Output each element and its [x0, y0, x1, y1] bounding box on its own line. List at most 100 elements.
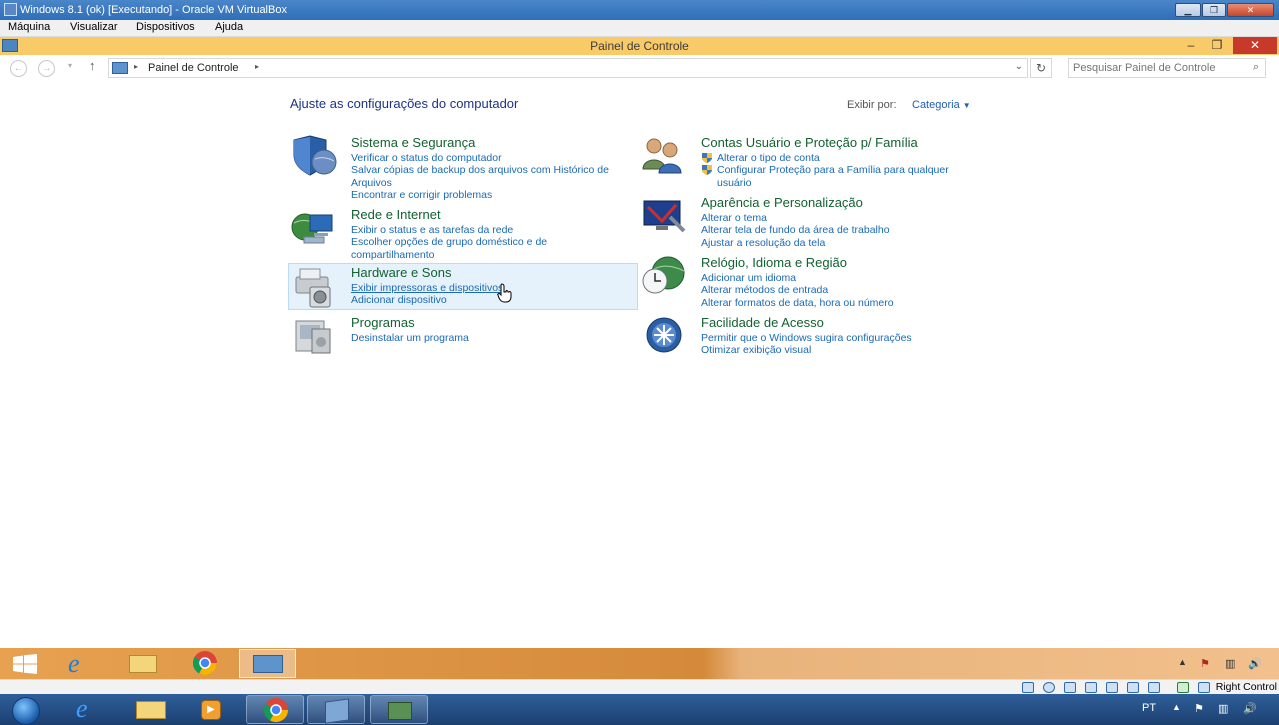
- control-panel-titlebar: Painel de Controle – ❐ ✕: [0, 37, 1279, 55]
- category-link[interactable]: Adicionar um idioma: [701, 272, 981, 284]
- category-title[interactable]: Hardware e Sons: [351, 265, 451, 280]
- category-link[interactable]: Alterar formatos de data, hora ou número: [701, 297, 981, 309]
- category-title[interactable]: Facilidade de Acesso: [701, 315, 824, 330]
- clock-globe-icon[interactable]: [640, 255, 688, 299]
- window-title: Painel de Controle: [590, 39, 689, 53]
- host-key-label: Right Control: [1215, 681, 1277, 693]
- monitor-paint-icon[interactable]: [640, 195, 688, 239]
- host-chrome-button[interactable]: [246, 695, 304, 724]
- virtualization-status-icon[interactable]: [1177, 682, 1189, 693]
- printer-speaker-icon[interactable]: [290, 265, 338, 309]
- search-input[interactable]: [1073, 61, 1243, 75]
- up-arrow-icon[interactable]: ↑: [89, 58, 96, 73]
- hdd-status-icon[interactable]: [1022, 682, 1034, 693]
- network-status-icon[interactable]: [1085, 682, 1097, 693]
- category-link[interactable]: Exibir o status e as tarefas da rede: [351, 224, 631, 236]
- category-link[interactable]: Permitir que o Windows sugira configuraç…: [701, 332, 981, 344]
- address-box[interactable]: ▸ Painel de Controle ▸ ⌄: [108, 58, 1028, 78]
- host-volume-icon[interactable]: 🔊: [1243, 702, 1257, 715]
- vbox-minimize-button[interactable]: ▁: [1175, 3, 1201, 17]
- category-link[interactable]: Desinstalar um programa: [351, 332, 631, 344]
- category-title[interactable]: Sistema e Segurança: [351, 135, 475, 150]
- forward-button[interactable]: →: [38, 60, 55, 77]
- ease-of-access-icon[interactable]: [640, 315, 688, 359]
- app-icon: [388, 702, 412, 720]
- breadcrumb-arrow-icon[interactable]: ▸: [255, 62, 259, 71]
- internet-explorer-icon: e: [68, 649, 80, 678]
- search-box[interactable]: ⌕: [1068, 58, 1266, 78]
- shared-folders-status-icon[interactable]: [1106, 682, 1118, 693]
- category-link-label[interactable]: Configurar Proteção para a Família para …: [717, 164, 949, 188]
- category-link[interactable]: Ajustar a resolução da tela: [701, 237, 981, 249]
- tray-volume-icon[interactable]: 🔊: [1248, 657, 1262, 670]
- category-link[interactable]: Escolher opções de grupo doméstico e de …: [351, 236, 631, 261]
- shield-globe-icon[interactable]: [290, 135, 338, 179]
- taskbar-explorer-button[interactable]: [117, 649, 169, 678]
- host-flag-icon[interactable]: ⚑: [1194, 702, 1204, 715]
- host-media-player-button[interactable]: ▶: [183, 695, 241, 724]
- users-icon[interactable]: [640, 135, 688, 179]
- maximize-button[interactable]: ❐: [1206, 37, 1228, 54]
- network-globe-icon[interactable]: [290, 207, 338, 251]
- category-link[interactable]: Encontrar e corrigir problemas: [351, 189, 631, 201]
- category-link[interactable]: Alterar métodos de entrada: [701, 284, 981, 296]
- category-title[interactable]: Rede e Internet: [351, 207, 441, 222]
- taskbar-ie-button[interactable]: e: [56, 649, 108, 678]
- internet-explorer-icon: e: [76, 694, 88, 723]
- mouse-integration-status-icon[interactable]: [1198, 682, 1210, 693]
- category-title[interactable]: Relógio, Idioma e Região: [701, 255, 847, 270]
- search-icon[interactable]: ⌕: [1253, 61, 1259, 74]
- host-app-button[interactable]: [370, 695, 428, 724]
- back-button[interactable]: ←: [10, 60, 27, 77]
- menu-dispositivos[interactable]: Dispositivos: [136, 21, 195, 33]
- chevron-down-icon[interactable]: ▼: [963, 101, 971, 110]
- category-link[interactable]: Verificar o status do computador: [351, 152, 631, 164]
- vbox-close-button[interactable]: ✕: [1227, 3, 1274, 17]
- category-title[interactable]: Contas Usuário e Proteção p/ Família: [701, 135, 918, 150]
- tray-show-hidden-icon[interactable]: ▲: [1178, 657, 1187, 667]
- control-panel-taskbar-icon: [253, 655, 283, 673]
- guest-taskbar: e: [0, 648, 1279, 679]
- category-link[interactable]: Exibir impressoras e dispositivos: [351, 282, 631, 294]
- recent-locations-chevron-icon[interactable]: ▾: [68, 61, 72, 70]
- taskbar-chrome-button[interactable]: [179, 649, 231, 678]
- host-explorer-button[interactable]: [122, 695, 180, 724]
- host-start-button[interactable]: [2, 695, 52, 725]
- audio-status-icon[interactable]: [1064, 682, 1076, 693]
- tray-flag-icon[interactable]: ⚑: [1200, 657, 1210, 670]
- start-button[interactable]: [0, 649, 50, 678]
- menu-ajuda[interactable]: Ajuda: [215, 21, 243, 33]
- category-link[interactable]: Salvar cópias de backup dos arquivos com…: [351, 164, 631, 189]
- category-title[interactable]: Aparência e Personalização: [701, 195, 863, 210]
- programs-icon[interactable]: [290, 315, 338, 359]
- category-title[interactable]: Programas: [351, 315, 415, 330]
- category-link[interactable]: Otimizar exibição visual: [701, 344, 981, 356]
- tray-network-icon[interactable]: ▥: [1225, 657, 1235, 670]
- video-capture-status-icon[interactable]: [1148, 682, 1160, 693]
- optical-drive-status-icon[interactable]: [1043, 682, 1055, 693]
- category-link-label[interactable]: Alterar o tipo de conta: [717, 152, 820, 164]
- category-link[interactable]: Alterar o tema: [701, 212, 981, 224]
- taskbar-control-panel-button[interactable]: [239, 649, 296, 678]
- host-virtualbox-button[interactable]: [307, 695, 365, 724]
- host-network-icon[interactable]: ▥: [1218, 702, 1228, 715]
- menu-maquina[interactable]: Máquina: [8, 21, 50, 33]
- host-show-hidden-icon[interactable]: ▲: [1172, 702, 1181, 712]
- breadcrumb[interactable]: Painel de Controle: [148, 62, 239, 74]
- address-dropdown-chevron-icon[interactable]: ⌄: [1015, 61, 1023, 72]
- category-link[interactable]: Configurar Proteção para a Família para …: [701, 164, 981, 189]
- vbox-restore-button[interactable]: ❐: [1202, 3, 1226, 17]
- category-link[interactable]: Alterar tela de fundo da área de trabalh…: [701, 224, 981, 236]
- breadcrumb-arrow-icon[interactable]: ▸: [134, 62, 138, 71]
- category-link[interactable]: Alterar o tipo de conta: [701, 152, 981, 164]
- category-link[interactable]: Adicionar dispositivo: [351, 294, 631, 306]
- close-button[interactable]: ✕: [1233, 37, 1277, 54]
- view-by-value[interactable]: Categoria: [912, 99, 960, 111]
- minimize-button[interactable]: –: [1180, 37, 1202, 54]
- view-by-dropdown[interactable]: Categoria ▼: [912, 99, 971, 111]
- host-ie-button[interactable]: e: [60, 695, 118, 724]
- menu-visualizar[interactable]: Visualizar: [70, 21, 118, 33]
- display-status-icon[interactable]: [1127, 682, 1139, 693]
- host-language-indicator[interactable]: PT: [1142, 702, 1156, 714]
- refresh-button[interactable]: ↻: [1030, 58, 1052, 78]
